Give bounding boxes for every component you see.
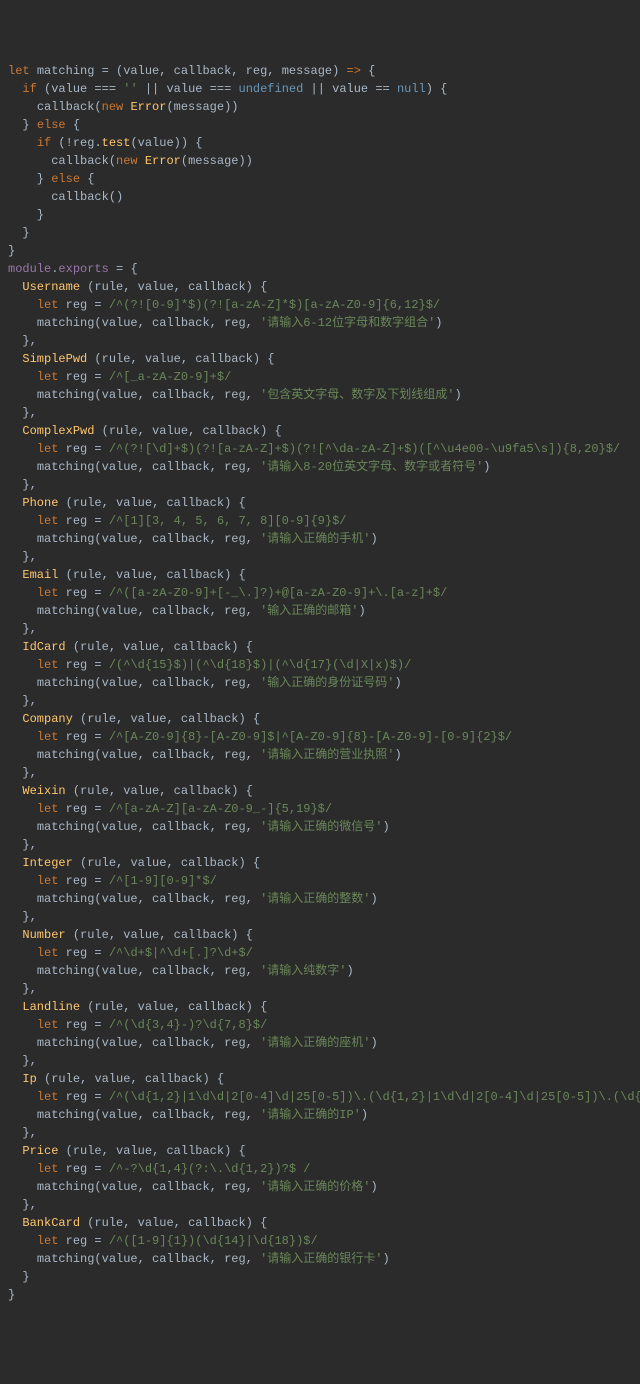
code-block: let matching = (value, callback, reg, me… xyxy=(8,62,632,1304)
